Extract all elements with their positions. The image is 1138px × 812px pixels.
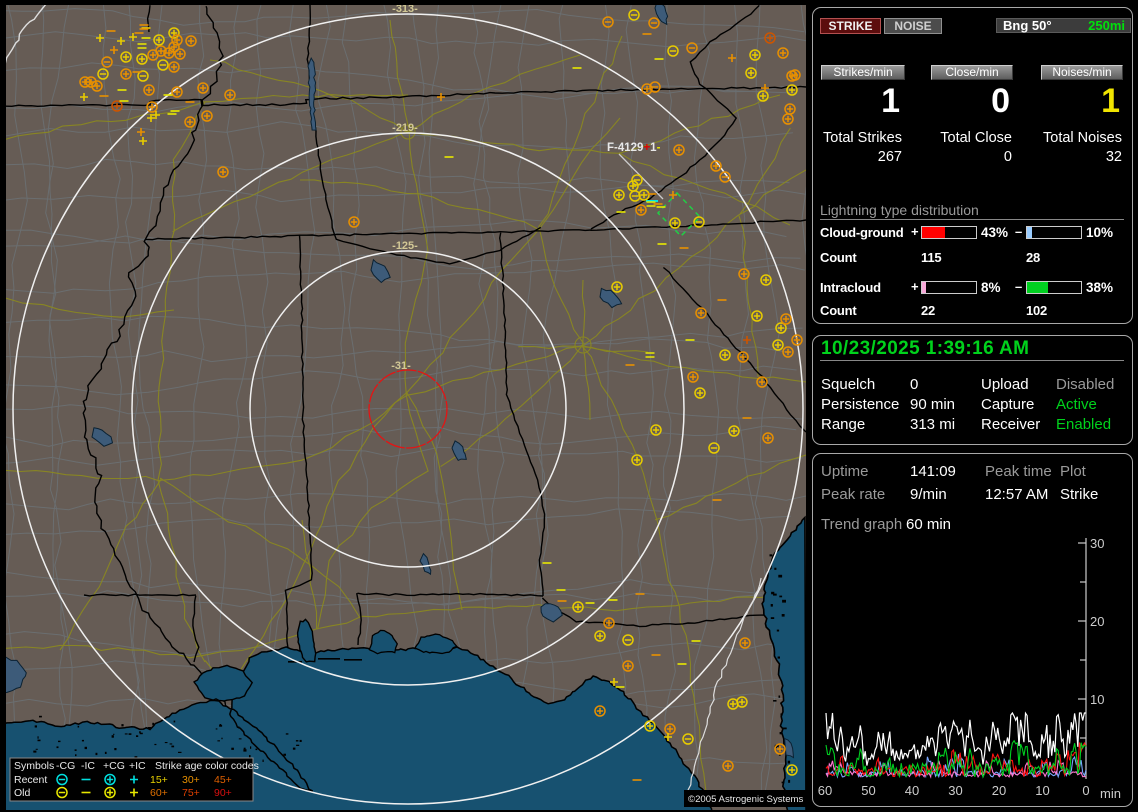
svg-text:60+: 60+ xyxy=(150,787,168,799)
svg-text:40: 40 xyxy=(905,783,919,798)
svg-text:min: min xyxy=(1100,786,1121,801)
svg-text:Strike age color codes: Strike age color codes xyxy=(155,760,259,772)
svg-text:50: 50 xyxy=(861,783,875,798)
svg-text:Recent: Recent xyxy=(14,774,47,786)
svg-text:10: 10 xyxy=(1035,783,1049,798)
svg-text:+CG: +CG xyxy=(103,760,125,772)
svg-text:90+: 90+ xyxy=(214,787,232,799)
svg-text:10: 10 xyxy=(1090,692,1104,707)
svg-text:-IC: -IC xyxy=(81,760,95,772)
svg-text:+IC: +IC xyxy=(129,760,146,772)
svg-text:30+: 30+ xyxy=(182,774,200,786)
svg-text:-219-: -219- xyxy=(392,122,418,134)
svg-text:©2005 Astrogenic Systems: ©2005 Astrogenic Systems xyxy=(688,794,804,805)
svg-text:Symbols: Symbols xyxy=(14,760,54,772)
svg-text:F-4129+1-: F-4129+1- xyxy=(607,142,661,154)
svg-text:0: 0 xyxy=(1082,783,1089,798)
svg-text:30: 30 xyxy=(1090,536,1104,551)
svg-text:75+: 75+ xyxy=(182,787,200,799)
svg-text:-31-: -31- xyxy=(391,360,411,372)
svg-text:-CG: -CG xyxy=(56,760,75,772)
svg-text:30: 30 xyxy=(948,783,962,798)
svg-text:20: 20 xyxy=(992,783,1006,798)
svg-text:15+: 15+ xyxy=(150,774,168,786)
svg-text:60: 60 xyxy=(818,783,832,798)
svg-text:45+: 45+ xyxy=(214,774,232,786)
svg-text:Old: Old xyxy=(14,787,31,799)
svg-text:-125-: -125- xyxy=(392,240,418,252)
svg-text:20: 20 xyxy=(1090,614,1104,629)
